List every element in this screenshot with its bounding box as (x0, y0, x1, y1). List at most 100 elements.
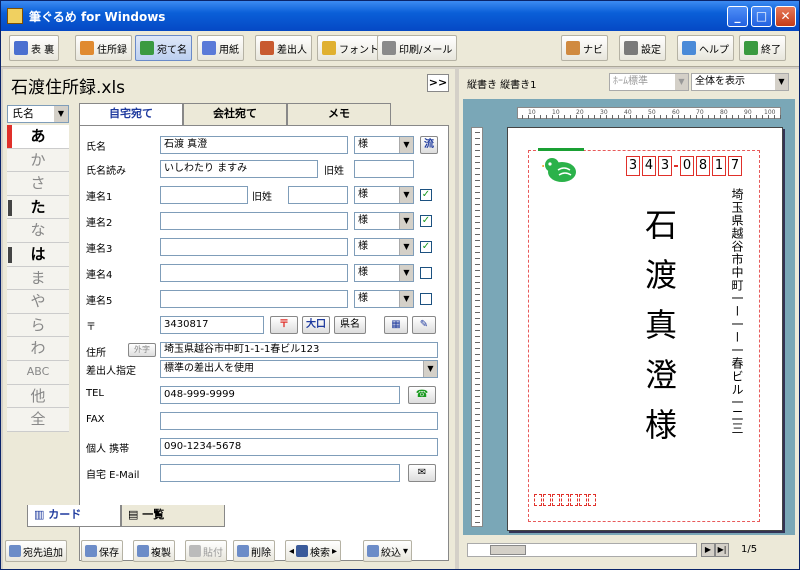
old-surname-field[interactable] (354, 160, 414, 178)
title-bar[interactable]: 筆ぐるめ for Windows _ □ ✕ (1, 1, 799, 31)
ruler-tick (738, 115, 739, 119)
kana-tab-ya[interactable]: や (7, 290, 69, 314)
joint1-honorific-select[interactable]: 様 ▼ (354, 186, 414, 204)
phone-icon[interactable]: ☎ (408, 386, 436, 404)
name-field[interactable]: 石渡 真澄 (160, 136, 348, 154)
tel-field[interactable]: 048-999-9999 (160, 386, 400, 404)
font-style-button[interactable]: 流 (420, 136, 438, 154)
tab-card[interactable]: ▥ カード (27, 505, 121, 527)
joint1-field[interactable] (160, 186, 248, 204)
grid-icon[interactable]: ▦ (384, 316, 408, 334)
address-field[interactable]: 埼玉県越谷市中町1-1-1春ビル123 (160, 342, 438, 358)
zip-digit: 3 (658, 156, 672, 176)
zoom-select[interactable]: 全体を表示 ▼ (691, 73, 789, 91)
honorific-select[interactable]: 様 ▼ (354, 136, 414, 154)
recipient-address[interactable]: 埼玉県越谷市中町一ー一ー一春ビル一二三 (730, 188, 744, 435)
maximize-button[interactable]: □ (751, 6, 772, 27)
tab-memo[interactable]: メモ (287, 103, 391, 125)
joint5-field[interactable] (160, 290, 348, 308)
zip-digit: 8 (696, 156, 710, 176)
joint3-honorific-select[interactable]: 様 ▼ (354, 238, 414, 256)
tab-list[interactable]: ▤ 一覧 (121, 505, 225, 527)
save-button[interactable]: 保存 (81, 540, 123, 562)
close-button[interactable]: ✕ (775, 6, 796, 27)
joint4-checkbox[interactable] (420, 267, 432, 279)
fax-field[interactable] (160, 412, 438, 430)
mobile-field[interactable]: 090-1234-5678 (160, 438, 438, 456)
joint5-honorific-select[interactable]: 様 ▼ (354, 290, 414, 308)
help-button[interactable]: ヘルプ (677, 35, 734, 61)
joint2-field[interactable] (160, 212, 348, 230)
last-page-button[interactable]: ▶| (715, 543, 729, 557)
kana-tab-sa[interactable]: さ (7, 172, 69, 196)
kana-tab-a[interactable]: あ (7, 125, 69, 149)
kana-tab-ha[interactable]: は (7, 242, 69, 267)
kana-tab-wa[interactable]: わ (7, 337, 69, 361)
tab-company[interactable]: 会社宛て (183, 103, 287, 125)
kana-tab-other[interactable]: 他 (7, 384, 69, 409)
print-mail-button[interactable]: 印刷/メール (377, 35, 458, 61)
ruler-tick (552, 115, 553, 119)
joint3-field[interactable] (160, 238, 348, 256)
tab-home[interactable]: 自宅宛て (79, 103, 183, 127)
address-book-button[interactable]: 住所録 (75, 35, 132, 61)
joint4-honorific-select[interactable]: 様 ▼ (354, 264, 414, 282)
prev-page-button[interactable]: ▶ (701, 543, 715, 557)
search-button[interactable]: ◂ 検索 ▸ (285, 540, 342, 562)
kana-tab-na[interactable]: な (7, 219, 69, 243)
joint1-checkbox[interactable]: ✓ (420, 189, 432, 201)
joint3-checkbox[interactable]: ✓ (420, 241, 432, 253)
recipient-name[interactable]: 石渡真澄様 (640, 208, 678, 458)
duplicate-button[interactable]: 複製 (133, 540, 175, 562)
template-select[interactable]: ﾎｰﾑ標準 ▼ (609, 73, 689, 91)
sender-button[interactable]: 差出人 (255, 35, 312, 61)
minimize-button[interactable]: _ (727, 6, 748, 27)
preview-canvas[interactable]: 10 10 20 30 40 50 60 70 80 90 100 3 4 3 … (463, 99, 795, 535)
email-field[interactable] (160, 464, 400, 482)
kana-tab-ka[interactable]: か (7, 148, 69, 173)
kana-tab-ta[interactable]: た (7, 195, 69, 220)
joint2-honorific-select[interactable]: 様 ▼ (354, 212, 414, 230)
scroll-thumb[interactable] (490, 545, 526, 555)
delete-button[interactable]: 削除 (233, 540, 275, 562)
settings-button[interactable]: 設定 (619, 35, 666, 61)
expand-button[interactable]: >> (427, 74, 449, 92)
view-mode-tabs: ▥ カード ▤ 一覧 (3, 505, 455, 527)
filter-button[interactable]: 絞込 ▾ (363, 540, 413, 562)
zip-lookup-button[interactable]: 〒 (270, 316, 298, 334)
paste-button[interactable]: 貼付 (185, 540, 227, 562)
ruler-tick (475, 342, 480, 343)
kana-tab-ra[interactable]: ら (7, 313, 69, 338)
joint2-checkbox[interactable]: ✓ (420, 215, 432, 227)
reading-field[interactable]: いしわたり ますみ (160, 160, 318, 178)
joint1-old-field[interactable] (288, 186, 348, 204)
horizontal-scrollbar[interactable] (467, 543, 697, 557)
large-office-button[interactable]: 大口 (302, 316, 330, 334)
navi-button[interactable]: ナビ (561, 35, 608, 61)
paper-button[interactable]: 用紙 (197, 35, 244, 61)
joint4-field[interactable] (160, 264, 348, 282)
kana-tab-all[interactable]: 全 (7, 408, 69, 432)
front-back-button[interactable]: 表 裏 (9, 35, 60, 61)
sender-select[interactable]: 標準の差出人を使用 ▼ (160, 360, 438, 378)
pen-icon[interactable]: ✎ (412, 316, 436, 334)
binoculars-icon (296, 545, 309, 557)
font-button[interactable]: フォント (317, 35, 384, 61)
address-label-button[interactable]: 宛て名 (135, 35, 192, 61)
ruler-tick (475, 414, 480, 415)
external-char-button[interactable]: 外字 (128, 343, 156, 357)
mail-icon[interactable]: ✉ (408, 464, 436, 482)
zip-field[interactable]: 3430817 (160, 316, 264, 334)
ruler-tick (684, 115, 685, 119)
prefecture-button[interactable]: 県名 (334, 316, 366, 334)
ruler-tick (534, 115, 535, 119)
ruler-tick (475, 372, 480, 373)
joint5-checkbox[interactable] (420, 293, 432, 305)
add-recipient-button[interactable]: 宛先追加 (5, 540, 67, 562)
exit-button[interactable]: 終了 (739, 35, 786, 61)
sort-select[interactable]: 氏名 ▼ (7, 105, 69, 123)
settings-icon (624, 41, 638, 55)
kana-tab-abc[interactable]: ABC (7, 360, 69, 385)
kana-tab-ma[interactable]: ま (7, 266, 69, 291)
postcard-preview[interactable]: 3 4 3 0 8 1 7 埼玉県越谷市中町一ー一ー一春ビル一二三 石渡真澄様 (507, 127, 783, 531)
